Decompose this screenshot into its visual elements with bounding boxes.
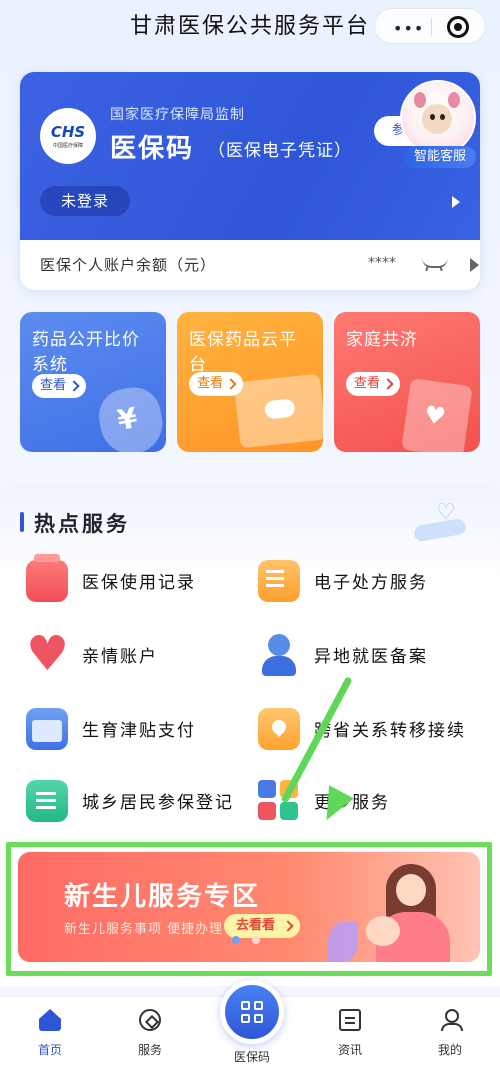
card-arrow-icon[interactable] xyxy=(452,196,460,208)
service-usage-record[interactable]: 医保使用记录 xyxy=(26,554,226,608)
service-label: 亲情账户 xyxy=(82,647,158,667)
capsule-divider xyxy=(431,18,432,36)
card-subtitle: （医保电子凭证） xyxy=(208,141,352,161)
card-title: 医保码 xyxy=(110,134,195,164)
compass-icon xyxy=(139,1009,161,1031)
deer-ear-right-icon xyxy=(448,92,460,108)
service-cross-province-transfer[interactable]: 跨省关系转移接续 xyxy=(258,706,478,756)
balance-arrow-icon[interactable] xyxy=(470,258,479,272)
tile-title: 医保药品云平台 xyxy=(189,330,297,375)
qr-code-icon xyxy=(241,1001,263,1023)
mini-program-capsule: ••• xyxy=(374,8,486,44)
balance-value: **** xyxy=(368,255,396,271)
yuan-shield-icon: ¥ xyxy=(94,383,166,452)
service-resident-enrollment[interactable]: 城乡居民参保登记 xyxy=(26,778,246,828)
tab-label: 服务 xyxy=(137,1043,162,1057)
mother-baby-illustration xyxy=(356,856,466,962)
tab-insurance-code[interactable] xyxy=(220,980,284,1044)
tab-label: 我的 xyxy=(437,1043,462,1057)
tile-title: 药品公开比价系统 xyxy=(32,330,140,375)
deer-face-icon xyxy=(422,104,452,134)
prescription-icon xyxy=(258,560,300,602)
banner-subtitle: 新生儿服务事项 便捷办理 xyxy=(64,922,224,937)
hand-heart-icon: ♡ xyxy=(410,496,470,546)
login-status-button[interactable]: 未登录 xyxy=(40,186,130,216)
service-maternity-allowance[interactable]: 生育津贴支付 xyxy=(26,706,226,756)
tile-drug-cloud-platform[interactable]: 医保药品云平台 查看 xyxy=(177,312,323,452)
service-label: 异地就医备案 xyxy=(314,647,428,667)
deer-ear-left-icon xyxy=(414,92,426,108)
section-accent-bar xyxy=(20,512,24,532)
banner-go-button[interactable]: 去看看 xyxy=(224,914,300,938)
tab-label: 医保码 xyxy=(233,1050,270,1064)
tab-label: 资讯 xyxy=(337,1043,362,1057)
tile-family-mutual-aid[interactable]: 家庭共济 查看 ♥ xyxy=(334,312,480,452)
service-e-prescription[interactable]: 电子处方服务 xyxy=(258,558,478,608)
tab-home[interactable]: 首页 xyxy=(10,1009,90,1065)
more-menu-icon[interactable]: ••• xyxy=(393,19,424,38)
form-icon xyxy=(26,780,68,822)
cloud-board-icon xyxy=(233,373,323,449)
service-label: 电子处方服务 xyxy=(314,573,428,593)
home-icon xyxy=(39,1009,61,1031)
leaf-decoration-icon xyxy=(328,922,358,962)
service-label: 生育津贴支付 xyxy=(82,721,196,741)
news-icon xyxy=(339,1009,361,1031)
carousel-dot-active xyxy=(232,936,240,944)
tile-view-button[interactable]: 查看 xyxy=(346,372,400,396)
tile-drug-price-compare[interactable]: 药品公开比价系统 查看 ¥ xyxy=(20,312,166,452)
tab-news[interactable]: 资讯 xyxy=(310,1009,390,1065)
hot-services-title: 热点服务 xyxy=(34,511,130,536)
tile-view-button[interactable]: 查看 xyxy=(32,374,86,398)
eye-closed-icon[interactable] xyxy=(422,258,448,268)
deer-eye-left-icon xyxy=(430,114,435,120)
service-label: 医保使用记录 xyxy=(82,573,196,593)
header: 甘肃医保公共服务平台 ••• xyxy=(0,0,500,56)
chs-logo: CHS 中国医疗保障 xyxy=(40,108,96,164)
banner-title: 新生儿服务专区 xyxy=(64,882,261,912)
newborn-service-banner[interactable]: 新生儿服务专区 新生儿服务事项 便捷办理 去看看 xyxy=(18,852,480,962)
tab-services[interactable]: 服务 xyxy=(110,1009,190,1065)
tab-label: 首页 xyxy=(37,1043,62,1057)
carousel-dot xyxy=(252,936,260,944)
medicine-bottle-icon xyxy=(26,554,68,602)
supervise-text: 国家医疗保障局监制 xyxy=(110,107,245,123)
service-offsite-filing[interactable]: 异地就医备案 xyxy=(258,632,478,682)
user-icon xyxy=(439,1009,463,1031)
doctor-icon xyxy=(258,634,300,676)
close-mini-program-icon[interactable] xyxy=(447,16,469,38)
tile-title: 家庭共济 xyxy=(346,330,418,350)
deer-eye-right-icon xyxy=(440,114,445,120)
calendar-icon xyxy=(26,708,68,750)
smart-assistant[interactable]: 智能客服 xyxy=(398,80,478,172)
balance-label: 医保个人账户余额（元） xyxy=(40,256,217,274)
tab-mine[interactable]: 我的 xyxy=(410,1009,490,1065)
location-pin-icon xyxy=(258,708,300,750)
service-label: 城乡居民参保登记 xyxy=(82,793,234,813)
service-label: 跨省关系转移接续 xyxy=(314,721,466,741)
clipboard-heart-icon: ♥ xyxy=(401,378,473,452)
service-family-account[interactable]: 亲情账户 xyxy=(26,626,226,682)
assistant-label: 智能客服 xyxy=(404,146,476,168)
heart-icon xyxy=(26,626,69,682)
